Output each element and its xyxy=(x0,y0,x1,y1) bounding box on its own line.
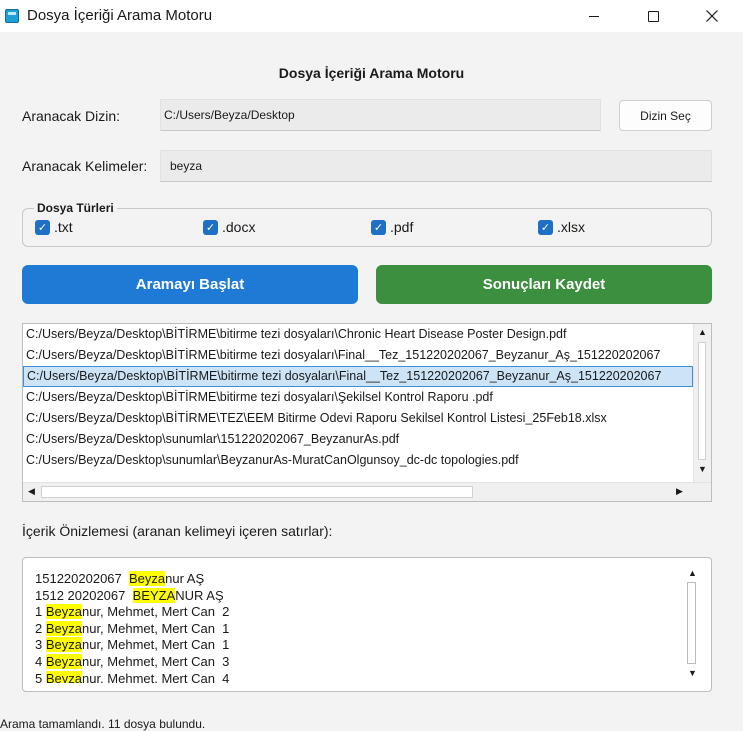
scroll-thumb[interactable] xyxy=(41,486,473,498)
checkmark-icon: ✓ xyxy=(203,219,218,235)
keyword-highlight: Beyza xyxy=(128,571,166,586)
preview-line-suffix: nur, Mehmet, Mert Can 2 xyxy=(81,604,230,620)
preview-line-suffix: NUR AŞ xyxy=(175,587,224,603)
preview-line: 1 Beyzanur, Mehmet, Mert Can 2 xyxy=(35,604,675,621)
close-button[interactable] xyxy=(689,0,735,32)
keyword-highlight: BEYZA xyxy=(132,587,176,603)
keywords-label: Aranacak Kelimeler: xyxy=(22,158,148,174)
keyword-highlight: Beyza xyxy=(45,604,82,620)
preview-line: 5 Beyzanur, Mehmet, Mert Can 4 xyxy=(35,670,675,683)
preview-line: 151220202067 Beyzanur AŞ xyxy=(35,571,675,588)
list-item[interactable]: C:/Users/Beyza/Desktop\BİTİRME\bitirme t… xyxy=(23,366,693,387)
preview-line-suffix: nur AŞ xyxy=(165,571,205,586)
list-item[interactable]: C:/Users/Beyza/Desktop\sunumlar\15122020… xyxy=(23,429,693,450)
checkbox-label: .txt xyxy=(54,219,73,235)
scroll-left-icon[interactable]: ◀ xyxy=(28,486,35,497)
window-title: Dosya İçeriği Arama Motoru xyxy=(27,7,213,24)
keywords-input[interactable]: beyza xyxy=(160,150,712,182)
app-icon xyxy=(5,9,19,23)
preview-content: 151220202067 Beyzanur AŞ 1512 20202067 BE… xyxy=(35,571,675,683)
keywords-value: beyza xyxy=(170,159,203,173)
results-list-viewport: C:/Users/Beyza/Desktop\BİTİRME\bitirme t… xyxy=(23,324,693,482)
page-title: Dosya İçeriği Arama Motoru xyxy=(278,65,465,81)
checkbox-label: .docx xyxy=(222,219,256,235)
minimize-icon xyxy=(589,15,599,17)
scroll-down-icon[interactable]: ▼ xyxy=(688,668,697,678)
keyword-highlight: Beyza xyxy=(45,637,82,653)
results-horizontal-scrollbar[interactable]: ◀ ▶ xyxy=(23,482,711,501)
list-item[interactable]: C:/Users/Beyza/Desktop\BİTİRME\bitirme t… xyxy=(23,345,693,366)
list-item[interactable]: C:/Users/Beyza/Desktop\BİTİRME\bitirme t… xyxy=(23,324,693,345)
preview-scrollbar[interactable]: ▲ ▼ xyxy=(683,568,701,680)
select-directory-button[interactable]: Dizin Seç xyxy=(619,100,712,131)
directory-label: Aranacak Dizin: xyxy=(22,108,121,124)
list-item[interactable]: C:/Users/Beyza/Desktop\BİTİRME\TEZ\EEM B… xyxy=(23,408,693,429)
status-text: Arama tamamlandı. 11 dosya bulundu. xyxy=(0,717,206,731)
preview-textbox[interactable]: 151220202067 Beyzanur AŞ 1512 20202067 BE… xyxy=(22,557,712,692)
checkmark-icon: ✓ xyxy=(371,219,386,235)
save-results-button[interactable]: Sonuçları Kaydet xyxy=(376,265,712,304)
checkmark-icon: ✓ xyxy=(538,219,553,235)
minimize-button[interactable] xyxy=(571,0,617,32)
results-list[interactable]: C:/Users/Beyza/Desktop\BİTİRME\bitirme t… xyxy=(22,323,712,502)
start-search-button[interactable]: Aramayı Başlat xyxy=(22,265,358,304)
checkbox-pdf[interactable]: ✓ .pdf xyxy=(371,219,413,235)
title-bar[interactable]: Dosya İçeriği Arama Motoru xyxy=(0,0,743,32)
maximize-button[interactable] xyxy=(630,0,676,32)
checkbox-txt[interactable]: ✓ .txt xyxy=(35,219,73,235)
checkmark-icon: ✓ xyxy=(35,219,50,235)
preview-line-suffix: nur, Mehmet, Mert Can 1 xyxy=(81,620,230,636)
checkbox-xlsx[interactable]: ✓ .xlsx xyxy=(538,219,585,235)
keyword-highlight: Beyza xyxy=(45,653,82,669)
app-window: Dosya İçeriği Arama Motoru Dosya İçeriği… xyxy=(0,0,743,731)
file-types-group xyxy=(22,208,712,247)
results-vertical-scrollbar[interactable]: ▲ ▼ xyxy=(693,324,711,482)
preview-line: 1512 20202067 BEYZANUR AŞ xyxy=(35,587,675,605)
close-icon xyxy=(706,10,718,22)
preview-line-suffix: nur, Mehmet, Mert Can 3 xyxy=(81,653,230,669)
checkbox-label: .pdf xyxy=(390,219,414,235)
directory-input[interactable]: C:/Users/Beyza/Desktop xyxy=(160,99,601,131)
scroll-right-icon[interactable]: ▶ xyxy=(676,486,683,497)
keyword-highlight: Beyza xyxy=(45,670,82,683)
list-item[interactable]: C:/Users/Beyza/Desktop\BİTİRME\bitirme t… xyxy=(23,387,693,408)
maximize-icon xyxy=(647,10,659,22)
list-item[interactable]: C:/Users/Beyza/Desktop\sunumlar\Beyzanur… xyxy=(23,450,693,471)
preview-line-prefix: 151220202067 xyxy=(35,571,129,586)
preview-line-prefix: 5 xyxy=(35,670,46,683)
scroll-thumb[interactable] xyxy=(698,342,706,460)
scroll-down-icon[interactable]: ▼ xyxy=(698,464,707,474)
preview-line: 2 Beyzanur, Mehmet, Mert Can 1 xyxy=(35,620,675,638)
preview-line: 4 Beyzanur, Mehmet, Mert Can 3 xyxy=(35,653,675,671)
preview-line-suffix: nur, Mehmet, Mert Can 1 xyxy=(81,637,230,653)
preview-line: 3 Beyzanur, Mehmet, Mert Can 1 xyxy=(35,637,675,654)
preview-line-prefix: 1512 20202067 xyxy=(35,587,133,603)
preview-line-prefix: 3 xyxy=(35,637,46,653)
scroll-thumb[interactable] xyxy=(687,582,696,664)
preview-line-prefix: 1 xyxy=(35,604,46,620)
preview-line-suffix: nur, Mehmet, Mert Can 4 xyxy=(81,670,230,683)
preview-line-prefix: 2 xyxy=(35,620,46,636)
scroll-up-icon[interactable]: ▲ xyxy=(698,327,707,337)
preview-label: İçerik Önizlemesi (aranan kelimeyi içere… xyxy=(22,523,333,539)
directory-value: C:/Users/Beyza/Desktop xyxy=(164,108,295,122)
scroll-up-icon[interactable]: ▲ xyxy=(688,568,697,578)
keyword-highlight: Beyza xyxy=(45,620,82,636)
preview-line-prefix: 4 xyxy=(35,653,46,669)
checkbox-docx[interactable]: ✓ .docx xyxy=(203,219,255,235)
file-types-legend: Dosya Türleri xyxy=(34,201,117,215)
checkbox-label: .xlsx xyxy=(557,219,585,235)
